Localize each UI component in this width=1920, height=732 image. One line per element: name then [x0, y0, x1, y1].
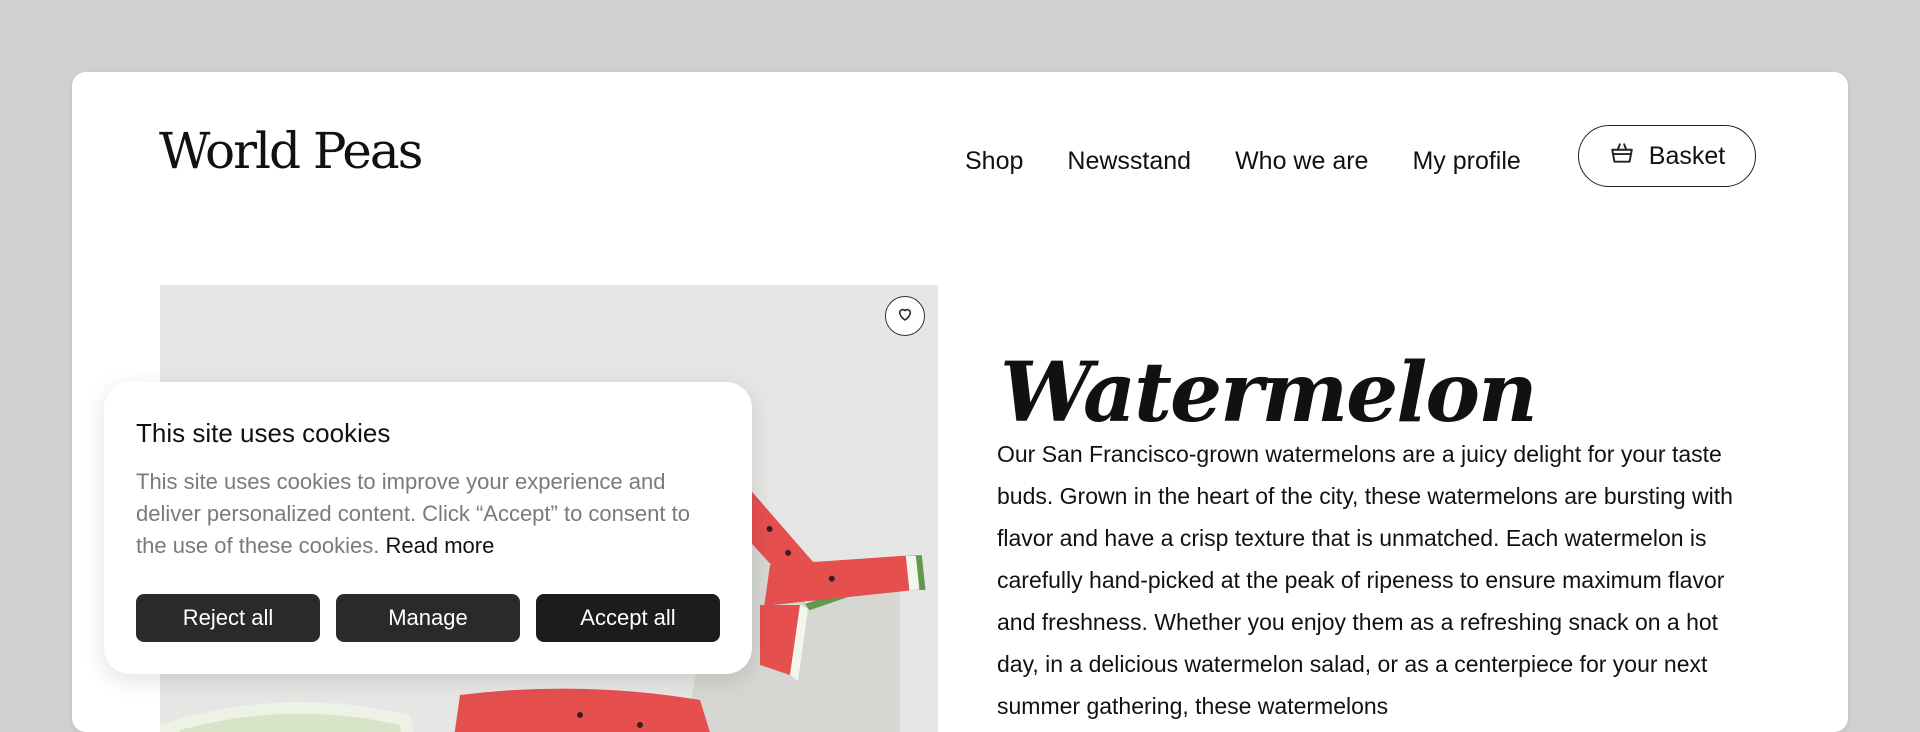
accept-all-button[interactable]: Accept all [536, 594, 720, 642]
heart-icon [896, 305, 914, 328]
basket-label: Basket [1648, 141, 1726, 170]
read-more-link[interactable]: Read more [386, 533, 495, 558]
main-nav: Shop Newsstand Who we are My profile [965, 147, 1565, 176]
product-title: Watermelon [1000, 344, 1538, 441]
nav-newsstand[interactable]: Newsstand [1067, 147, 1191, 176]
cookie-text-block: This site uses cookies to improve your e… [136, 466, 726, 562]
cookie-title: This site uses cookies [136, 418, 391, 448]
nav-shop[interactable]: Shop [965, 147, 1023, 176]
brand-logo[interactable]: World Peas [159, 126, 423, 176]
favorite-button[interactable] [885, 296, 925, 336]
manage-cookies-button[interactable]: Manage [336, 594, 520, 642]
nav-my-profile[interactable]: My profile [1412, 147, 1520, 176]
reject-all-button[interactable]: Reject all [136, 594, 320, 642]
basket-icon [1609, 140, 1635, 173]
product-description: Our San Francisco-grown watermelons are … [997, 441, 1733, 719]
basket-button[interactable]: Basket [1578, 125, 1756, 187]
nav-who-we-are[interactable]: Who we are [1235, 147, 1368, 176]
cookie-banner: This site uses cookies This site uses co… [104, 382, 752, 674]
